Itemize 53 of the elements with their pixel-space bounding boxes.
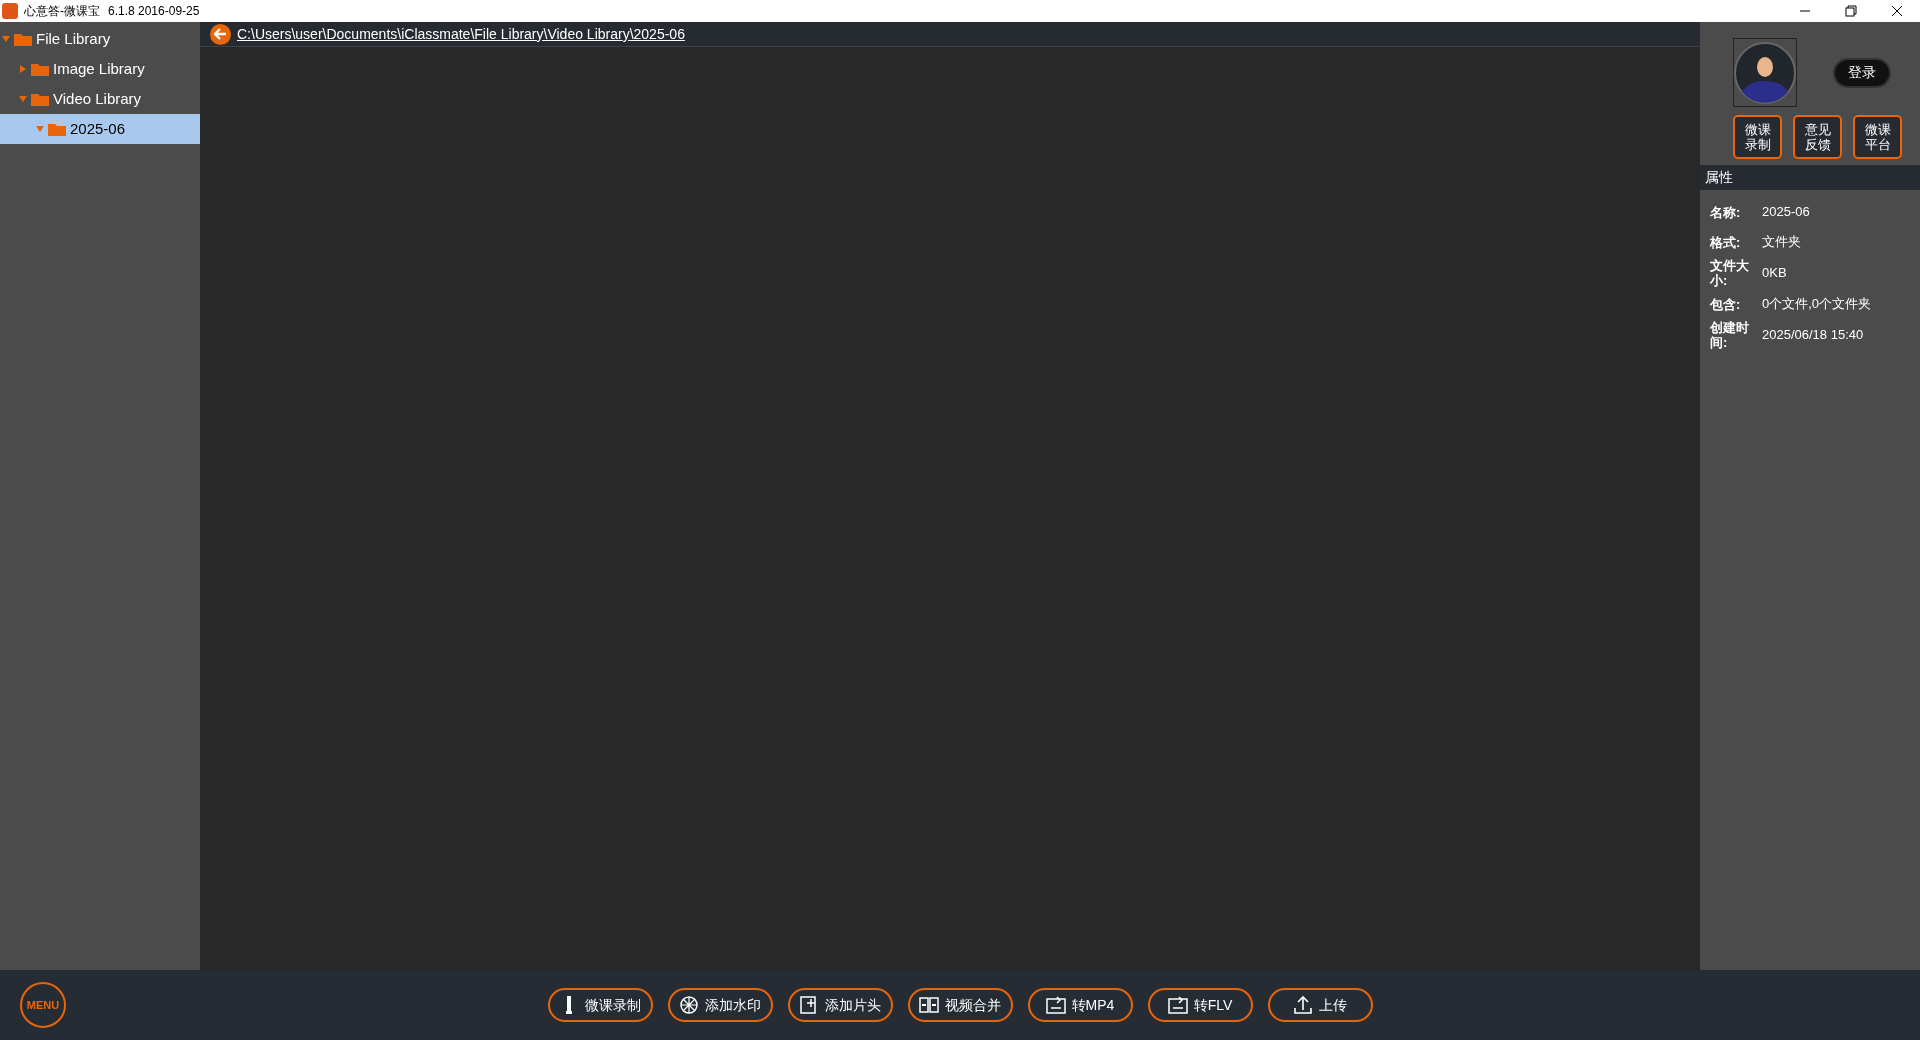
convert-icon [1167, 995, 1188, 1015]
toolbar-button[interactable]: 添加水印 [667, 988, 773, 1022]
window-title: 心意答-微课宝 [24, 3, 100, 20]
quick-button[interactable]: 意见 反馈 [1793, 115, 1842, 159]
property-label: 格式: [1710, 234, 1742, 250]
folder-icon [31, 92, 49, 106]
merge-icon [919, 995, 939, 1015]
property-value: 2025-06 [1762, 203, 1810, 222]
caret-down-icon[interactable] [36, 125, 44, 133]
tree-item[interactable]: Video Library [0, 84, 200, 114]
upload-icon [1293, 995, 1313, 1015]
property-value: 文件夹 [1762, 233, 1801, 252]
property-label: 包含: [1710, 296, 1742, 312]
folder-icon [14, 32, 32, 46]
toolbar-button[interactable]: 添加片头 [787, 988, 893, 1022]
restore-icon [1845, 5, 1857, 17]
tree-label: Video Library [53, 88, 142, 109]
property-value: 0个文件,0个文件夹 [1762, 295, 1872, 314]
toolbar-button[interactable]: 微课录制 [547, 988, 653, 1022]
property-label: 创建时间: [1710, 320, 1750, 350]
tree-label: Image Library [53, 58, 145, 79]
wheel-icon [679, 995, 699, 1015]
toolbar-button[interactable]: 上传 [1267, 988, 1373, 1022]
toolbar-button[interactable]: 转FLV [1147, 988, 1253, 1022]
caret-down-icon[interactable] [2, 35, 10, 43]
version-text: 6.1.8 2016-09-25 [108, 3, 200, 20]
app-logo-icon [2, 3, 18, 19]
tree-item[interactable]: File Library [0, 24, 200, 54]
path-link[interactable]: C:\Users\user\Documents\iClassmate\File Library\Video Library\2025-06 [237, 23, 685, 45]
convert-icon [1045, 995, 1066, 1015]
folder-icon [48, 122, 66, 136]
menu-button[interactable]: MENU [20, 982, 66, 1028]
arrow-left-icon [214, 28, 227, 40]
tree-item[interactable]: 2025-06 [0, 114, 200, 144]
caret-down-icon[interactable] [19, 95, 27, 103]
property-label: 名称: [1710, 204, 1742, 220]
toolbar-button[interactable]: 视频合并 [907, 988, 1013, 1022]
folder-icon [31, 62, 49, 76]
properties-header: 属性 [1700, 165, 1920, 190]
tree-label: File Library [36, 28, 111, 49]
film-plus-icon [799, 995, 819, 1015]
quick-button[interactable]: 微课 录制 [1733, 115, 1782, 159]
property-value: 2025/06/18 15:40 [1762, 326, 1864, 345]
property-value: 0KB [1762, 264, 1787, 283]
quick-button[interactable]: 微课 平台 [1853, 115, 1902, 159]
close-icon [1891, 5, 1903, 17]
caret-right-icon[interactable] [19, 65, 27, 73]
tree-item[interactable]: Image Library [0, 54, 200, 84]
tree-label: 2025-06 [70, 118, 126, 139]
login-button[interactable]: 登录 [1833, 57, 1891, 88]
back-button[interactable] [210, 23, 231, 45]
property-label: 文件大小: [1710, 258, 1750, 288]
toolbar-button[interactable]: 转MP4 [1027, 988, 1133, 1022]
